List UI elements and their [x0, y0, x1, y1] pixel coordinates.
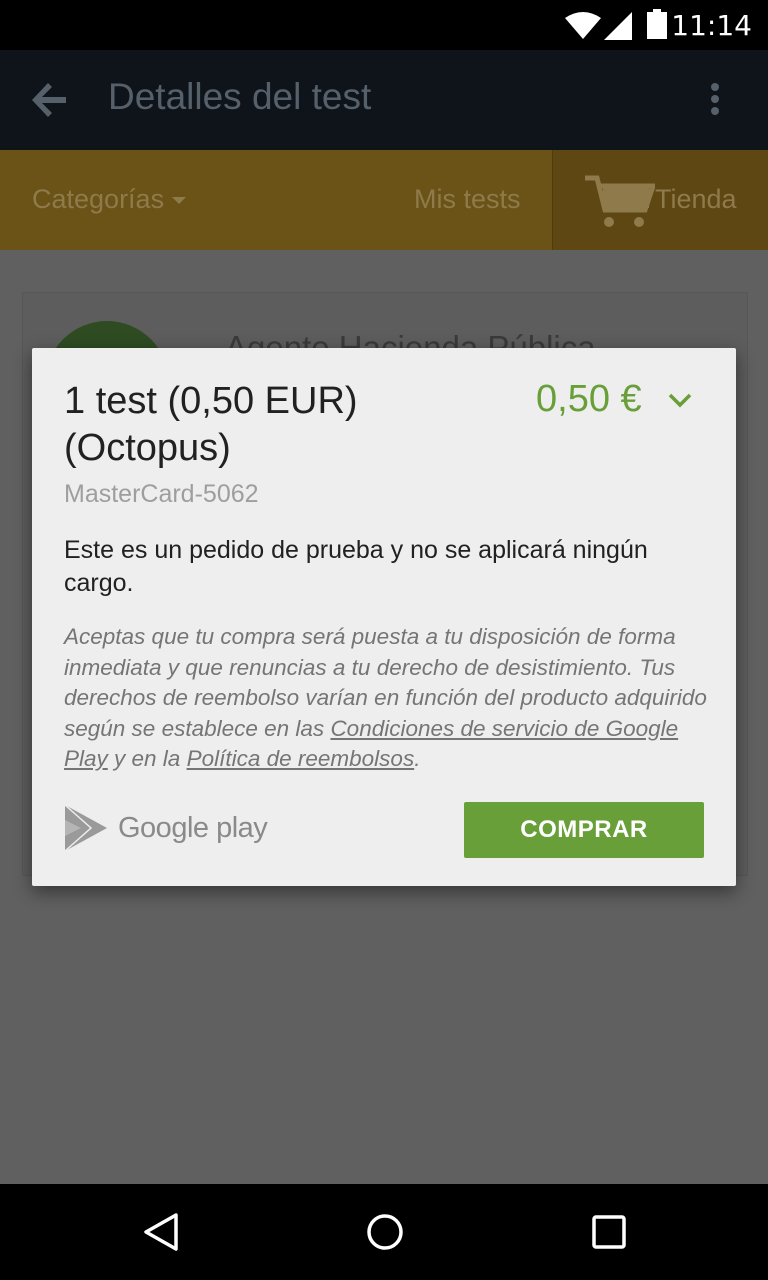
tab-bar: Categorías Mis tests Tienda — [0, 150, 768, 250]
product-title: 1 test (0,50 EUR) (Octopus) — [64, 380, 358, 469]
google-play-wordmark: Google play — [118, 811, 268, 844]
tab-shop-label: Tienda — [655, 184, 737, 214]
shopping-cart-icon — [585, 175, 655, 227]
test-order-notice: Este es un pedido de prueba y no se apli… — [64, 536, 648, 597]
recents-nav-icon[interactable] — [591, 1212, 627, 1252]
chevron-down-icon[interactable] — [668, 392, 692, 408]
clock: 11:14 — [671, 9, 752, 42]
legal-text: Aceptas que tu compra será puesta a tu d… — [64, 622, 714, 775]
page-title: Detalles del test — [108, 76, 372, 117]
legal-text-part2: y en la — [107, 746, 187, 771]
tab-my-tests[interactable]: Mis tests — [414, 184, 521, 215]
refund-policy-link[interactable]: Política de reembolsos — [187, 746, 415, 771]
purchase-dialog: 1 test (0,50 EUR) (Octopus) 0,50 € Maste… — [32, 348, 736, 886]
back-arrow-icon[interactable] — [32, 82, 68, 118]
app-bar: Detalles del test — [0, 50, 768, 150]
overflow-menu-icon[interactable] — [708, 82, 722, 116]
legal-text-part3: . — [414, 746, 421, 771]
signal-icon — [604, 12, 632, 40]
status-bar: 11:14 — [0, 0, 768, 50]
tab-categories[interactable]: Categorías — [32, 184, 187, 215]
back-nav-icon[interactable] — [142, 1212, 180, 1252]
dropdown-caret-icon — [172, 197, 187, 205]
navigation-bar — [0, 1184, 768, 1280]
price-label[interactable]: 0,50 € — [536, 378, 642, 421]
wifi-icon — [565, 12, 601, 39]
tab-categories-label: Categorías — [32, 184, 165, 214]
google-play-logo: Google play — [64, 804, 268, 852]
home-nav-icon[interactable] — [366, 1212, 404, 1252]
buy-button[interactable]: COMPRAR — [464, 802, 704, 858]
play-triangle-icon — [64, 804, 107, 852]
tab-shop[interactable]: Tienda — [552, 150, 768, 250]
payment-method[interactable]: MasterCard-5062 — [64, 480, 259, 509]
battery-icon — [647, 9, 667, 39]
